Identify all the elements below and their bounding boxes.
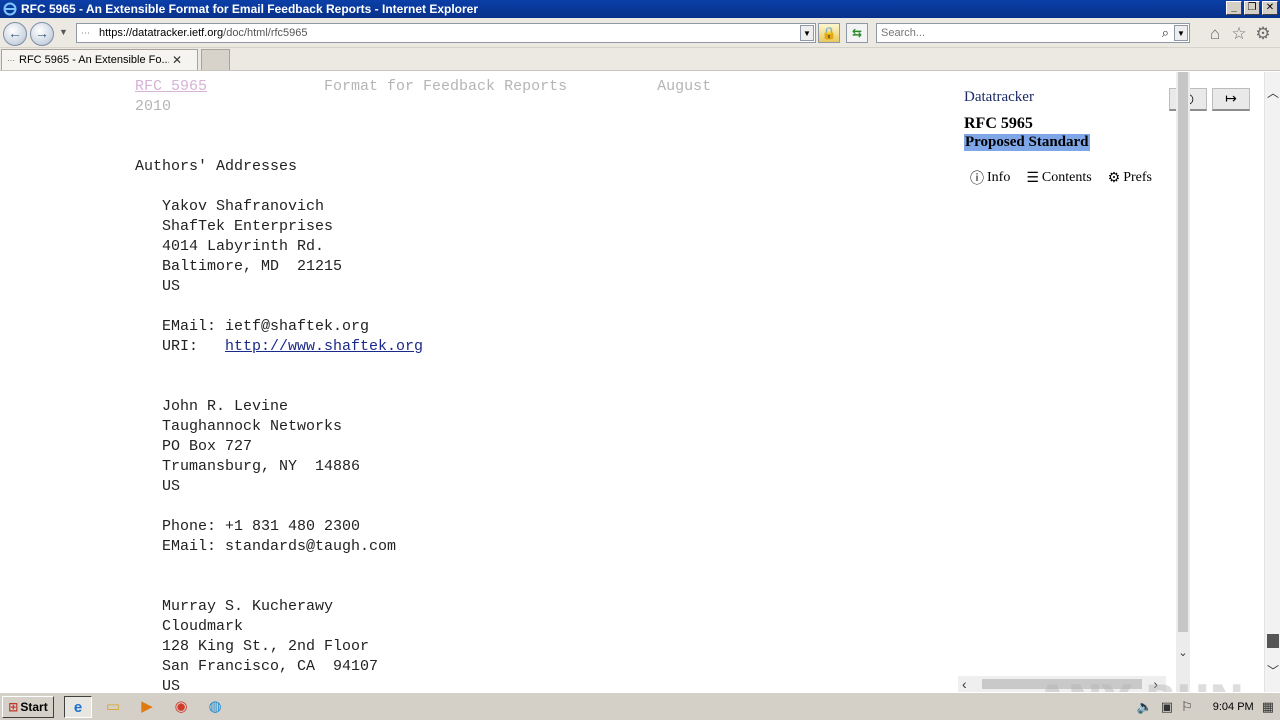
clock[interactable]: 9:04 PM: [1213, 701, 1254, 713]
author1-email-label: EMail:: [162, 318, 226, 335]
taskbar-edge-icon[interactable]: ◍: [201, 696, 229, 718]
sidebar-rfc-number: RFC 5965: [964, 115, 1033, 132]
author1-street: 4014 Labyrinth Rd.: [162, 238, 325, 255]
network-icon[interactable]: ▣: [1161, 699, 1173, 715]
settings-gear-icon[interactable]: ⚙: [1253, 24, 1273, 44]
window-titlebar: RFC 5965 - An Extensible Format for Emai…: [0, 0, 1280, 18]
scroll-down-icon[interactable]: ﹀: [1265, 662, 1280, 679]
close-button[interactable]: ✕: [1262, 1, 1278, 15]
menu-item-contents[interactable]: ☰ Contents: [1026, 168, 1091, 188]
favorites-star-icon[interactable]: ☆: [1229, 24, 1249, 44]
author1-email: ietf@shaftek.org: [225, 318, 370, 335]
forward-button[interactable]: →: [30, 22, 54, 46]
author3-country: US: [162, 678, 181, 692]
taskbar-chrome-icon[interactable]: ◉: [167, 696, 195, 718]
home-icon[interactable]: ⌂: [1205, 24, 1225, 44]
taskbar-explorer-icon[interactable]: ▭: [99, 696, 127, 718]
tab-rfc5965[interactable]: ⋯ RFC 5965 - An Extensible Fo... ✕: [1, 49, 198, 70]
author1-name: Yakov Shafranovich: [162, 198, 325, 215]
address-bar[interactable]: ⋯ https://datatracker.ietf.org/doc/html/…: [76, 23, 816, 43]
rfc-header-text: Format for Feedback Reports August: [207, 78, 712, 95]
system-tray: 🔈 ▣ ⚐ 9:04 PM ▦: [1137, 696, 1280, 718]
author1-country: US: [162, 278, 181, 295]
new-tab-button[interactable]: [201, 49, 230, 70]
author2-phone: +1 831 480 2300: [225, 518, 361, 535]
info-icon: ⓘ: [970, 171, 984, 187]
show-desktop-icon[interactable]: ▦: [1262, 699, 1274, 715]
author1-uri-label: URI:: [162, 338, 226, 355]
ie-logo-icon: [2, 1, 18, 17]
address-dropdown-icon[interactable]: ▼: [800, 25, 814, 41]
taskbar-ie-icon[interactable]: e: [64, 696, 92, 718]
author2-city: Trumansburg, NY 14886: [162, 458, 361, 475]
arrow-right-icon: →: [35, 25, 49, 41]
windows-flag-icon: ⊞: [8, 700, 19, 714]
status-badge: Proposed Standard: [964, 134, 1090, 151]
scroll-up-icon[interactable]: ︿: [1265, 84, 1280, 101]
page-scrollbar[interactable]: ︿ ﹀: [1264, 72, 1280, 692]
arrow-left-icon: ←: [8, 25, 22, 41]
section-title: Authors' Addresses: [135, 158, 298, 175]
search-input[interactable]: [877, 27, 1147, 39]
navigation-bar: ← → ▼ ⋯ https://datatracker.ietf.org/doc…: [0, 18, 1280, 48]
menu-item-prefs[interactable]: ⚙ Prefs: [1108, 168, 1152, 188]
anyrun-watermark: ANY RUN: [1036, 676, 1244, 692]
page-icon: ⋯: [81, 28, 90, 38]
author1-uri-link[interactable]: http://www.shaftek.org: [225, 338, 423, 355]
volume-icon[interactable]: 🔈: [1137, 699, 1153, 715]
sidebar-menu: ⓘ Info ☰ Contents ⚙ Prefs: [970, 168, 1152, 188]
page-content: RFC 5965 Format for Feedback Reports Aug…: [0, 72, 1264, 692]
author2-phone-label: Phone:: [162, 518, 226, 535]
page-scroll-thumb[interactable]: [1267, 634, 1279, 648]
author1-city: Baltimore, MD 21215: [162, 258, 343, 275]
author2-street: PO Box 727: [162, 438, 253, 455]
window-controls: _ ❐ ✕: [1226, 1, 1278, 15]
datatracker-sidebar: Datatracker RFC 5965 Proposed Standard ◐…: [948, 72, 1250, 692]
sidebar-scrollbar[interactable]: ⌄: [1176, 72, 1190, 692]
search-dropdown-icon[interactable]: ▼: [1174, 25, 1188, 41]
restore-button[interactable]: ❐: [1244, 1, 1260, 15]
tab-strip: ⋯ RFC 5965 - An Extensible Fo... ✕: [0, 48, 1280, 71]
tab-label: RFC 5965 - An Extensible Fo...: [19, 54, 169, 66]
author2-country: US: [162, 478, 181, 495]
minimize-button[interactable]: _: [1226, 1, 1242, 15]
author2-email-label: EMail:: [162, 538, 226, 555]
author3-org: Cloudmark: [162, 618, 244, 635]
rfc-document: RFC 5965 Format for Feedback Reports Aug…: [135, 77, 711, 692]
start-button[interactable]: ⊞ Start: [2, 696, 54, 718]
taskbar-media-player-icon[interactable]: ▶: [133, 696, 161, 718]
collapse-sidebar-button[interactable]: ↦: [1212, 88, 1250, 111]
datatracker-link[interactable]: Datatracker: [964, 89, 1034, 106]
author1-org: ShafTek Enterprises: [162, 218, 334, 235]
sidebar-scroll-thumb[interactable]: [1178, 72, 1188, 632]
search-box: ⌕ ▼: [876, 23, 1190, 43]
scroll-left-icon[interactable]: ‹: [962, 676, 967, 692]
author3-name: Murray S. Kucherawy: [162, 598, 334, 615]
arrow-to-right-icon: ↦: [1225, 91, 1237, 107]
back-button[interactable]: ←: [3, 22, 27, 46]
rfc-header-year: 2010: [135, 98, 172, 115]
author2-name: John R. Levine: [162, 398, 289, 415]
search-icon[interactable]: ⌕: [1162, 25, 1169, 41]
author3-street: 128 King St., 2nd Floor: [162, 638, 370, 655]
author3-city: San Francisco, CA 94107: [162, 658, 379, 675]
tab-favicon-icon: ⋯: [7, 55, 15, 65]
window-title: RFC 5965 - An Extensible Format for Emai…: [21, 2, 479, 16]
refresh-icon[interactable]: ⇆: [846, 23, 868, 43]
chevron-down-icon[interactable]: ⌄: [1176, 646, 1190, 659]
address-url[interactable]: https://datatracker.ietf.org/doc/html/rf…: [99, 27, 308, 39]
tab-close-icon[interactable]: ✕: [172, 53, 182, 67]
author2-email: standards@taugh.com: [225, 538, 397, 555]
author2-org: Taughannock Networks: [162, 418, 343, 435]
action-center-flag-icon[interactable]: ⚐: [1181, 699, 1193, 715]
rfc-header-link[interactable]: RFC 5965: [135, 78, 207, 95]
menu-item-info[interactable]: ⓘ Info: [970, 168, 1010, 188]
list-icon: ☰: [1026, 170, 1039, 186]
gear-icon: ⚙: [1107, 170, 1121, 186]
history-dropdown-icon[interactable]: ▼: [59, 27, 68, 37]
taskbar: ⊞ Start e ▭ ▶ ◉ ◍ 🔈 ▣ ⚐ 9:04 PM ▦: [0, 692, 1280, 720]
lock-icon[interactable]: 🔒: [818, 23, 840, 43]
